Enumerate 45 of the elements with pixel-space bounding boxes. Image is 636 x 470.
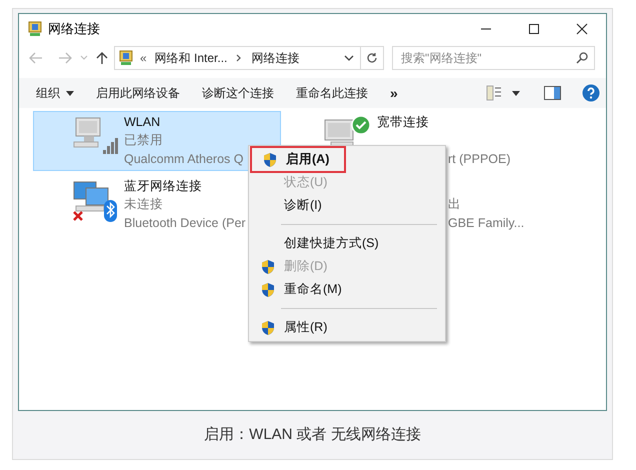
up-arrow-icon[interactable] [96,51,108,65]
chevron-down-icon[interactable] [344,54,354,62]
menu-item[interactable]: 属性(R) [250,316,444,339]
figure-caption: 启用：WLAN 或者 无线网络连接 [204,424,421,445]
shield-icon [260,320,276,336]
connection-status: 已禁用 [124,132,163,150]
view-options-icon[interactable] [486,85,502,101]
toolbar-button[interactable]: 重命名此连接 [296,78,368,108]
connection-tile[interactable]: WLAN 已禁用 Qualcomm Atheros Q [33,111,281,171]
refresh-icon[interactable] [366,52,378,64]
breadcrumb-chevron-icon[interactable] [236,54,242,62]
shield-icon [260,258,276,274]
device-name: rt (PPPOE) [448,150,511,168]
window-title: 网络连接 [48,20,100,38]
network-folder-icon [27,20,43,36]
close-icon [576,22,588,34]
toolbar-button[interactable]: 组织 [36,78,74,108]
toolbar-button[interactable]: 启用此网络设备 [96,78,180,108]
address-bar[interactable]: « 网络和 Inter... 网络连接 [114,46,384,70]
menu-item[interactable]: 重命名(M) [250,278,444,301]
breadcrumb-item[interactable]: 网络连接 [251,49,300,67]
caret-icon[interactable] [512,90,520,96]
connection-status: 出 [448,196,461,214]
connection-name: 蓝牙网络连接 [124,178,202,195]
breadcrumb-item[interactable]: 网络和 Inter... [154,49,228,67]
connection-name: WLAN [124,114,160,131]
maximize-icon [528,22,540,34]
caret-icon [66,90,74,96]
device-name: GBE Family... [448,214,524,232]
menu-item[interactable]: 创建快捷方式(S) [250,232,444,255]
connection-status: 未连接 [124,196,163,214]
network-folder-icon [118,50,134,66]
more-button[interactable]: » [390,78,398,108]
toolbar-button[interactable]: 诊断这个连接 [202,78,274,108]
connection-name: 宽带连接 [377,114,429,131]
shield-icon [260,282,276,298]
menu-item[interactable]: 启用(A) [250,146,346,173]
device-name: Qualcomm Atheros Q [124,150,244,168]
search-field[interactable]: 搜索"网络连接" [392,46,595,70]
search-icon [576,52,588,64]
shield-icon [262,152,278,168]
preview-pane-icon[interactable] [544,86,561,100]
breadcrumb-overflow[interactable]: « [140,49,147,67]
device-name: Bluetooth Device (Per [124,214,246,232]
help-icon[interactable] [582,84,600,102]
